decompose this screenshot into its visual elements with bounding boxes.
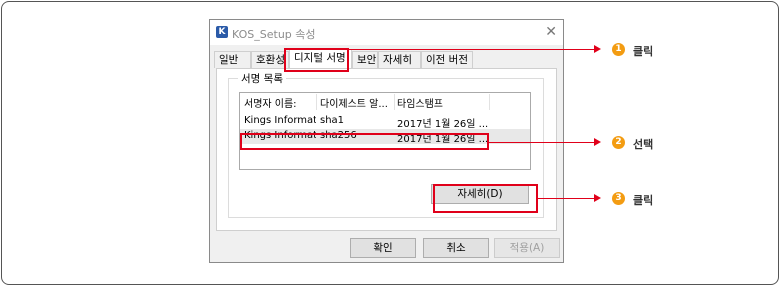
highlight-box-tab xyxy=(284,48,349,72)
callout-label-2: 선택 xyxy=(633,138,654,151)
callout-arrow-line xyxy=(349,49,595,50)
signature-list[interactable]: 서명자 이름: 다이제스트 알... 타임스탬프 Kings Informati… xyxy=(239,92,531,170)
column-header-timestamp[interactable]: 타임스탬프 xyxy=(397,95,487,110)
column-divider xyxy=(316,94,317,110)
tab-previous-versions[interactable]: 이전 버전 xyxy=(421,51,473,68)
callout-label-3: 클릭 xyxy=(633,194,654,207)
title-bar: K KOS_Setup 속성 ✕ xyxy=(210,20,563,45)
arrowhead-icon xyxy=(594,45,601,53)
signature-list-label: 서명 목록 xyxy=(238,71,286,86)
timestamp: 2017년 1월 26일 ... xyxy=(397,119,489,130)
callout-arrow-line xyxy=(489,142,595,143)
app-icon: K xyxy=(216,26,228,38)
column-header-digest[interactable]: 다이제스트 알... xyxy=(320,95,392,110)
tab-general[interactable]: 일반 xyxy=(214,51,251,68)
signer-name: Kings Informati... xyxy=(244,115,316,126)
ok-button[interactable]: 확인 xyxy=(350,238,416,258)
arrowhead-icon xyxy=(594,194,601,202)
column-header-signer[interactable]: 서명자 이름: xyxy=(244,95,314,110)
callout-number-2: 2 xyxy=(612,136,625,149)
column-divider xyxy=(394,94,395,110)
callout-number-1: 1 xyxy=(612,43,625,56)
callout-arrow-line xyxy=(538,198,595,199)
window-title: KOS_Setup 속성 xyxy=(232,28,316,41)
callout-number-3: 3 xyxy=(612,192,625,205)
tab-security[interactable]: 보안 xyxy=(352,51,378,68)
highlight-box-row xyxy=(240,133,489,150)
signature-row-sha1[interactable]: Kings Informati... sha1 2017년 1월 26일 ... xyxy=(240,114,530,130)
callout-label-1: 클릭 xyxy=(633,45,654,58)
tab-details[interactable]: 자세히 xyxy=(378,51,421,68)
column-divider xyxy=(489,94,490,110)
digest-algorithm: sha1 xyxy=(320,115,345,126)
list-header: 서명자 이름: 다이제스트 알... 타임스탬프 xyxy=(240,93,530,111)
highlight-box-details xyxy=(433,184,538,213)
close-icon[interactable]: ✕ xyxy=(545,23,557,41)
apply-button[interactable]: 적용(A) xyxy=(494,238,560,258)
arrowhead-icon xyxy=(594,138,601,146)
cancel-button[interactable]: 취소 xyxy=(423,238,489,258)
